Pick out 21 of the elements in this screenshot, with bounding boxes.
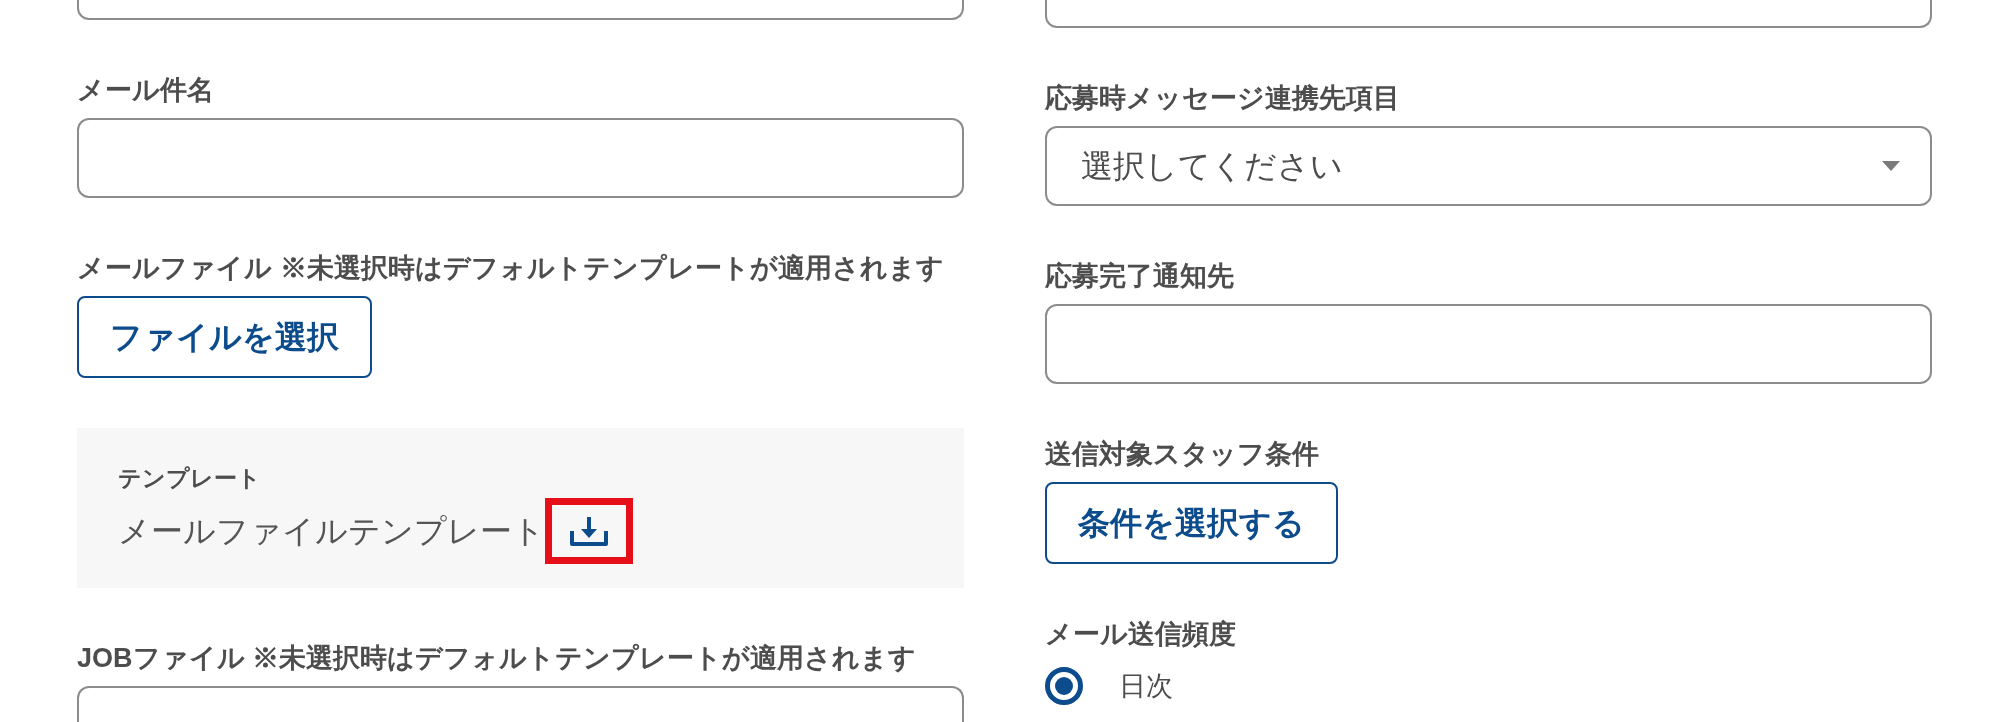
field-label: 応募時メッセージ連携先項目 bbox=[1045, 82, 1401, 115]
radio-label: 日次 bbox=[1119, 670, 1173, 703]
field-label: 送信対象スタッフ条件 bbox=[1045, 438, 1320, 471]
radio-button[interactable] bbox=[1045, 667, 1083, 705]
input-field[interactable] bbox=[77, 686, 964, 722]
text-input[interactable] bbox=[77, 118, 964, 198]
text-input[interactable] bbox=[1045, 304, 1932, 384]
input-field[interactable] bbox=[1045, 0, 1932, 28]
input-field[interactable] bbox=[77, 0, 964, 20]
field-label: メール送信頻度 bbox=[1045, 618, 1237, 651]
template-file-name: メールファイルテンプレート bbox=[118, 512, 545, 551]
download-icon[interactable] bbox=[569, 515, 609, 547]
template-label: テンプレート bbox=[118, 464, 261, 493]
field-label: 応募完了通知先 bbox=[1045, 260, 1235, 293]
select-field[interactable]: 選択してください bbox=[1045, 126, 1932, 206]
select-button[interactable]: 条件を選択する bbox=[1045, 482, 1338, 564]
caret-icon bbox=[1882, 161, 1900, 171]
select-button[interactable]: ファイルを選択 bbox=[77, 296, 372, 378]
field-label: JOBファイル ※未選択時はデフォルトテンプレートが適用されます bbox=[77, 642, 918, 675]
field-label: メールファイル ※未選択時はデフォルトテンプレートが適用されます bbox=[77, 252, 945, 285]
field-label: メール件名 bbox=[77, 74, 215, 107]
